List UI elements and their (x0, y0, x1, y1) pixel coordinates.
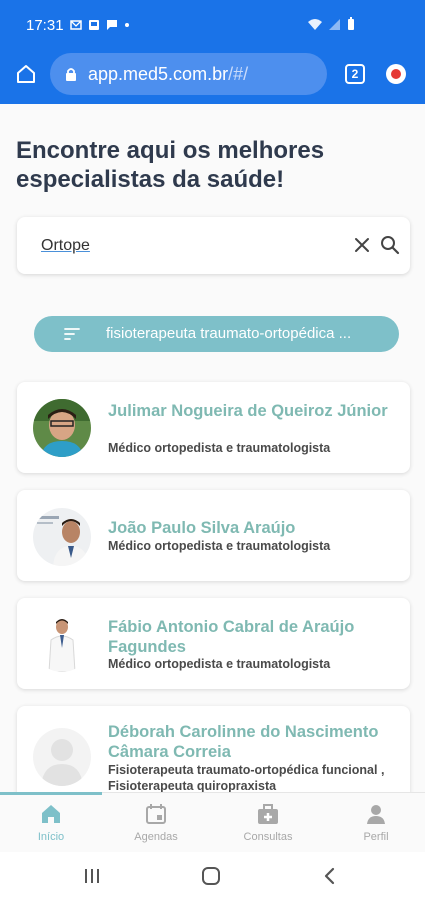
doctor-name: Julimar Nogueira de Queiroz Júnior (108, 402, 388, 420)
search-input[interactable] (41, 235, 281, 257)
browser-chrome: 17:31 app.med5.com.br/#/ 2 (0, 0, 425, 104)
nav-label: Agendas (134, 831, 178, 843)
doctor-specialty: Médico ortopedista e traumatologista (108, 539, 331, 553)
url-path: /#/ (228, 63, 249, 84)
nav-item-perfil[interactable]: Perfil (336, 803, 416, 843)
photo-icon (88, 20, 99, 30)
notification-dot-icon (124, 23, 129, 27)
nav-item-agendas[interactable]: Agendas (116, 803, 196, 843)
doctor-card[interactable]: Julimar Nogueira de Queiroz Júnior Médic… (17, 382, 410, 473)
lock-icon (66, 68, 76, 81)
calendar-icon (146, 804, 166, 824)
doctor-specialty: Médico ortopedista e traumatologista (108, 657, 331, 671)
doctor-specialty: Médico ortopedista e traumatologista (108, 441, 331, 455)
clear-icon[interactable] (353, 236, 371, 254)
nav-label: Início (37, 831, 65, 843)
doctor-card[interactable]: Fábio Antonio Cabral de Araújo Fagundes … (17, 598, 410, 689)
search-icon[interactable] (380, 235, 400, 255)
nav-label: Perfil (363, 831, 389, 843)
doctor-name: João Paulo Silva Araújo (108, 519, 296, 537)
mail-icon (69, 20, 82, 30)
system-navigation-bar (0, 852, 425, 900)
home-icon (42, 805, 60, 823)
person-icon (367, 805, 385, 824)
doctor-photo (33, 399, 91, 457)
tab-switcher-button[interactable]: 2 (345, 64, 365, 84)
doctor-card[interactable]: João Paulo Silva Araújo Médico ortopedis… (17, 490, 410, 581)
battery-icon (348, 17, 354, 30)
doctor-photo (33, 508, 91, 566)
search-card (17, 217, 410, 274)
status-time: 17:31 (26, 16, 64, 34)
doctor-specialty: Fisioterapeuta traumato-ortopédica funci… (108, 763, 385, 792)
back-icon[interactable] (320, 866, 340, 886)
home-icon[interactable] (14, 62, 38, 86)
specialty-filter-button[interactable]: fisioterapeuta traumato-ortopédica ... (34, 316, 399, 352)
home-button-icon[interactable] (201, 866, 221, 886)
doctor-photo-placeholder (33, 728, 91, 786)
active-tab-indicator (0, 792, 102, 795)
url-row: app.med5.com.br/#/ 2 (0, 52, 425, 96)
address-bar[interactable]: app.med5.com.br/#/ (50, 53, 327, 95)
doctor-photo (33, 614, 91, 672)
page-title: Encontre aqui os melhores especialistas … (16, 137, 325, 193)
status-bar: 17:31 (0, 0, 425, 50)
signal-icon (329, 18, 340, 30)
nav-item-inicio[interactable]: Início (11, 803, 91, 843)
bottom-navigation: Início Agendas Consultas Perfil (0, 792, 425, 852)
nav-label: Consultas (243, 831, 293, 843)
doctor-name: Fábio Antonio Cabral de Araújo Fagundes (108, 618, 355, 656)
filter-icon (64, 328, 80, 340)
wifi-icon (308, 18, 322, 30)
medical-bag-icon (258, 804, 278, 824)
browser-menu-button[interactable] (386, 64, 406, 84)
url-host: app.med5.com.br (88, 63, 229, 84)
doctor-card[interactable]: Déborah Carolinne do Nascimento Câmara C… (17, 706, 410, 792)
main-content: Encontre aqui os melhores especialistas … (0, 104, 425, 792)
recent-apps-icon[interactable] (82, 866, 102, 886)
chat-icon (106, 20, 117, 30)
nav-item-consultas[interactable]: Consultas (228, 803, 308, 843)
update-badge-icon (391, 69, 401, 79)
doctor-name: Déborah Carolinne do Nascimento Câmara C… (108, 723, 379, 761)
filter-label: fisioterapeuta traumato-ortopédica ... (106, 325, 352, 342)
